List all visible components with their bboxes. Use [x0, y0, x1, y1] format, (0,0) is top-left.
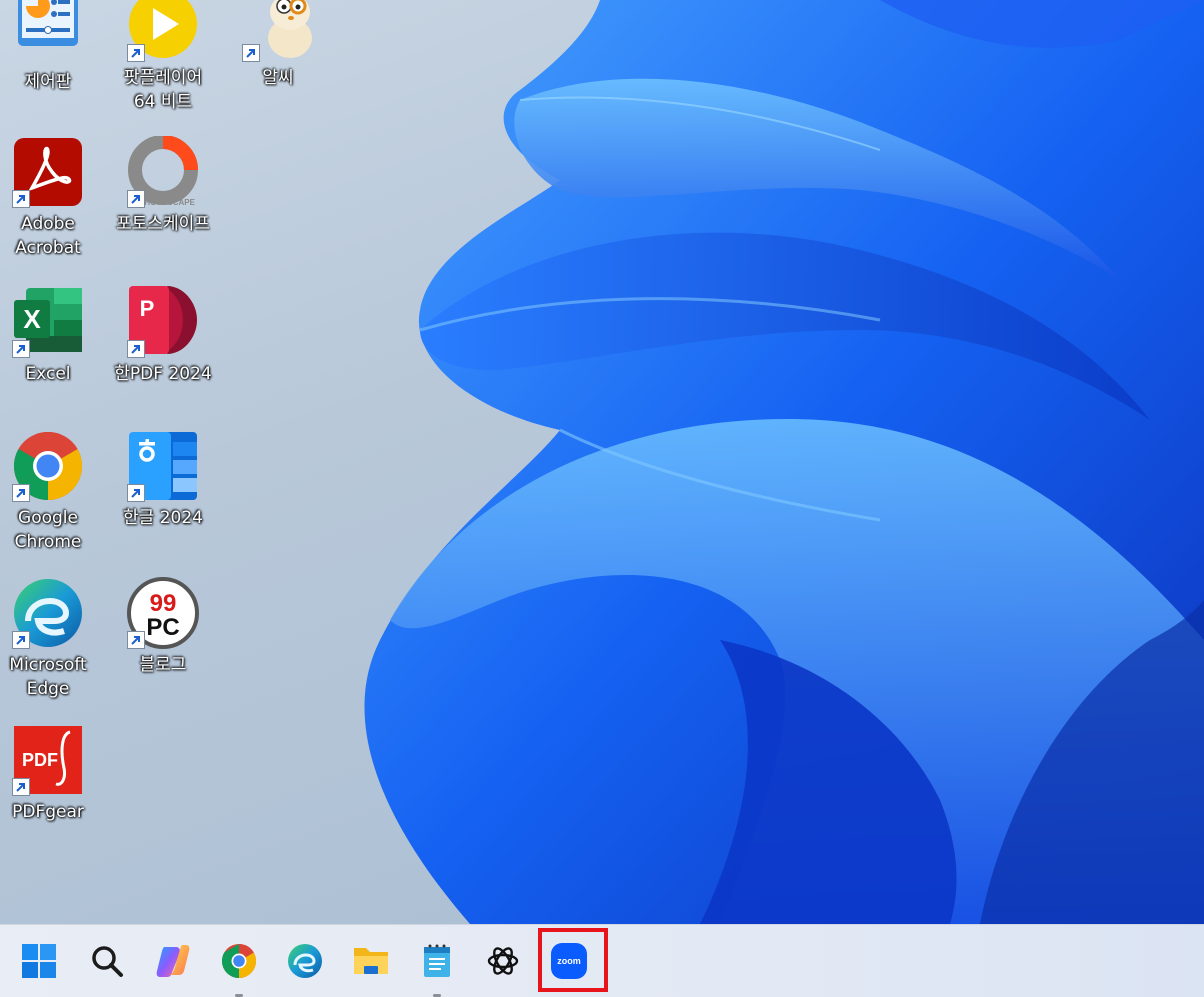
chrome-icon: [12, 430, 84, 502]
search-icon: [92, 946, 123, 977]
hangul-icon: [127, 430, 199, 502]
desktop-icon-label: 블로그: [139, 655, 187, 675]
excel-letter: X: [23, 304, 41, 334]
desktop-icon-hanpdf[interactable]: P 한PDF 2024: [113, 286, 213, 426]
photoscape-badge: PHOTOSCAPE: [139, 198, 196, 207]
edge-icon: [12, 577, 84, 649]
desktop-icon-label: Google Chrome: [14, 508, 82, 552]
shortcut-arrow-icon: [127, 631, 145, 649]
shortcut-arrow-icon: [127, 340, 145, 358]
windows-logo-icon: [22, 944, 56, 978]
shortcut-arrow-icon: [127, 44, 145, 62]
adobe-acrobat-icon: [12, 136, 84, 208]
excel-icon: X: [12, 286, 84, 358]
photoscape-icon: PHOTOSCAPE: [127, 135, 199, 208]
pdfgear-icon: PDF: [12, 724, 84, 796]
shortcut-arrow-icon: [242, 44, 260, 62]
blog-badge-top: 99: [150, 590, 177, 617]
desktop-icon-label: 제어판: [24, 72, 72, 92]
copilot-icon: [156, 945, 190, 977]
zoom-highlight-box: [538, 928, 608, 992]
control-panel-icon: [12, 0, 84, 64]
desktop-icon-label: 포토스케이프: [116, 214, 210, 234]
desktop-icon-label: 한PDF 2024: [114, 364, 212, 384]
desktop-icon-label: 팟플레이어 64 비트: [123, 68, 203, 112]
shortcut-arrow-icon: [12, 631, 30, 649]
edge-icon: [288, 944, 322, 978]
desktop: 제어판 Adobe Acrobat X Excel Google Chrome …: [0, 0, 1204, 924]
hanpdf-letter: P: [140, 296, 155, 321]
desktop-icon-label: 한글 2024: [123, 508, 203, 528]
chatgpt-button[interactable]: [475, 935, 531, 987]
file-explorer-button[interactable]: [343, 935, 399, 987]
desktop-icon-adobe-acrobat[interactable]: Adobe Acrobat: [0, 136, 98, 276]
desktop-icon-microsoft-edge[interactable]: Microsoft Edge: [0, 577, 98, 717]
desktop-icon-label: Excel: [25, 364, 71, 384]
potplayer-icon: [127, 0, 199, 62]
notepad-button[interactable]: [409, 935, 465, 997]
chrome-icon: [221, 944, 257, 978]
chatgpt-icon: [487, 947, 519, 975]
blog-99pc-icon: 99 PC: [127, 577, 199, 649]
folder-icon: [354, 948, 388, 974]
desktop-icon-pdfgear[interactable]: PDF PDFgear: [0, 724, 98, 864]
shortcut-arrow-icon: [127, 190, 145, 208]
shortcut-arrow-icon: [12, 190, 30, 208]
desktop-icon-label: Adobe Acrobat: [15, 214, 81, 258]
shortcut-arrow-icon: [12, 484, 30, 502]
shortcut-arrow-icon: [127, 484, 145, 502]
desktop-icon-potplayer[interactable]: 팟플레이어 64 비트: [113, 0, 213, 130]
desktop-icon-label: Microsoft Edge: [9, 655, 87, 699]
copilot-button[interactable]: [145, 935, 201, 987]
desktop-icon-hangul[interactable]: 한글 2024: [113, 430, 213, 570]
edge-taskbar-button[interactable]: [277, 935, 333, 987]
hanpdf-icon: P: [127, 286, 199, 358]
start-button[interactable]: [11, 935, 67, 987]
desktop-icon-google-chrome[interactable]: Google Chrome: [0, 430, 98, 570]
alsee-icon: [242, 0, 314, 62]
notepad-icon: [424, 944, 450, 977]
blog-badge-bottom: PC: [146, 614, 179, 641]
shortcut-arrow-icon: [12, 778, 30, 796]
desktop-icon-excel[interactable]: X Excel: [0, 286, 98, 426]
desktop-icon-blog[interactable]: 99 PC 블로그: [113, 577, 213, 717]
desktop-icon-photoscape[interactable]: PHOTOSCAPE 포토스케이프: [113, 135, 213, 276]
chrome-taskbar-button[interactable]: [211, 935, 267, 997]
desktop-icon-label: PDFgear: [12, 802, 84, 822]
shortcut-arrow-icon: [12, 340, 30, 358]
desktop-icon-control-panel[interactable]: 제어판: [0, 0, 98, 132]
search-button[interactable]: [79, 935, 135, 987]
desktop-icon-alsee[interactable]: 알씨: [228, 0, 328, 130]
desktop-icon-label: 알씨: [262, 68, 294, 88]
pdfgear-badge: PDF: [22, 750, 58, 770]
